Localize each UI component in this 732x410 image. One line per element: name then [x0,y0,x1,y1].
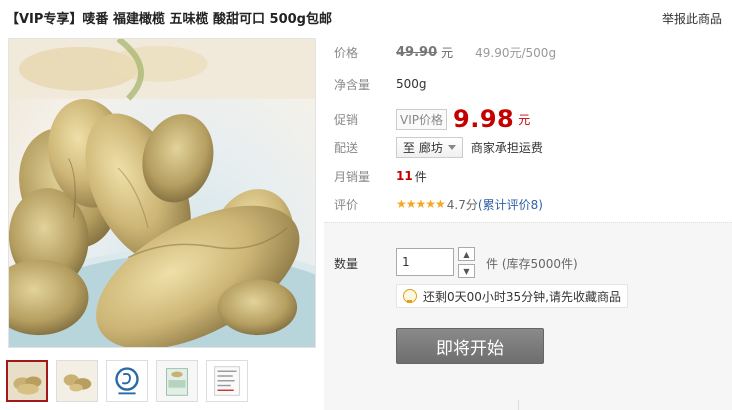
rating-stars-icon: ★★★★★ [396,197,446,211]
main-product-image [8,38,316,348]
product-title: 【VIP专享】唛番 福建橄榄 五味榄 酸甜可口 500g包邮 [6,12,332,27]
monthly-sales-unit: 件 [414,169,427,184]
quantity-label: 数量 [334,257,359,271]
price-label: 价格 [334,45,359,60]
net-weight-value: 500g [396,77,427,91]
monthly-sales-count: 11 [396,169,413,183]
rating-row: 评价 ★★★★★ 4.7分 (累计评价8) [334,194,543,214]
report-product-link[interactable]: 举报此商品 [662,10,722,27]
purchase-box: 数量 ▲ ▼ 件 (库存5000件) 还剩0天00小时35分钟,请先收藏商品 即… [324,222,732,410]
shipping-label: 配送 [334,140,359,155]
monthly-sales-row: 月销量 11 件 [334,166,427,186]
lightbulb-icon [403,289,417,303]
promo-price: 9.98 [453,105,515,133]
promo-currency: 元 [518,112,531,127]
promo-label: 促销 [334,112,359,127]
product-page: 【VIP专享】唛番 福建橄榄 五味榄 酸甜可口 500g包邮 举报此商品 价格 … [0,0,732,410]
original-price: 49.90 [396,44,438,60]
coming-soon-button[interactable]: 即将开始 [396,328,544,364]
reviews-link[interactable]: (累计评价8) [478,196,543,213]
price-row: 价格 49.90 元 49.90元/500g [334,42,556,62]
unit-price: 49.90元/500g [475,45,557,60]
countdown-notice-text: 还剩0天00小时35分钟,请先收藏商品 [423,289,621,304]
promo-row: 促销 VIP价格 9.98 元 [334,104,530,134]
net-weight-row: 净含量 500g [334,74,427,94]
chevron-down-icon [447,144,456,150]
quantity-increase-button[interactable]: ▲ [458,247,475,261]
chevron-down-icon: ▼ [463,266,470,276]
quantity-unit-stock: 件 (库存5000件) [486,257,578,271]
rating-score: 4.7分 [446,197,478,212]
net-weight-label: 净含量 [334,77,371,92]
rating-label: 评价 [334,197,359,212]
olives-illustration [9,39,315,347]
price-currency: 元 [441,45,454,60]
vip-price-badge: VIP价格 [396,108,447,130]
shipping-destination-select[interactable]: 至 廊坊 [396,136,463,158]
thumbnail-package[interactable] [156,360,198,402]
monthly-sales-label: 月销量 [334,169,371,184]
quantity-input[interactable] [396,248,454,276]
shipping-row: 配送 至 廊坊 商家承担运费 [334,136,543,158]
countdown-notice: 还剩0天00小时35分钟,请先收藏商品 [396,284,628,308]
chevron-up-icon: ▲ [463,249,470,259]
thumbnail-label[interactable] [206,360,248,402]
footer-divider [518,400,519,410]
thumbnail-strip [6,360,248,402]
shipping-note: 商家承担运费 [470,140,543,155]
quantity-decrease-button[interactable]: ▼ [458,264,475,278]
thumbnail-olives-1[interactable] [6,360,48,402]
shipping-destination-text: 至 廊坊 [403,140,443,155]
thumbnail-qs-certificate[interactable] [106,360,148,402]
thumbnail-olives-2[interactable] [56,360,98,402]
